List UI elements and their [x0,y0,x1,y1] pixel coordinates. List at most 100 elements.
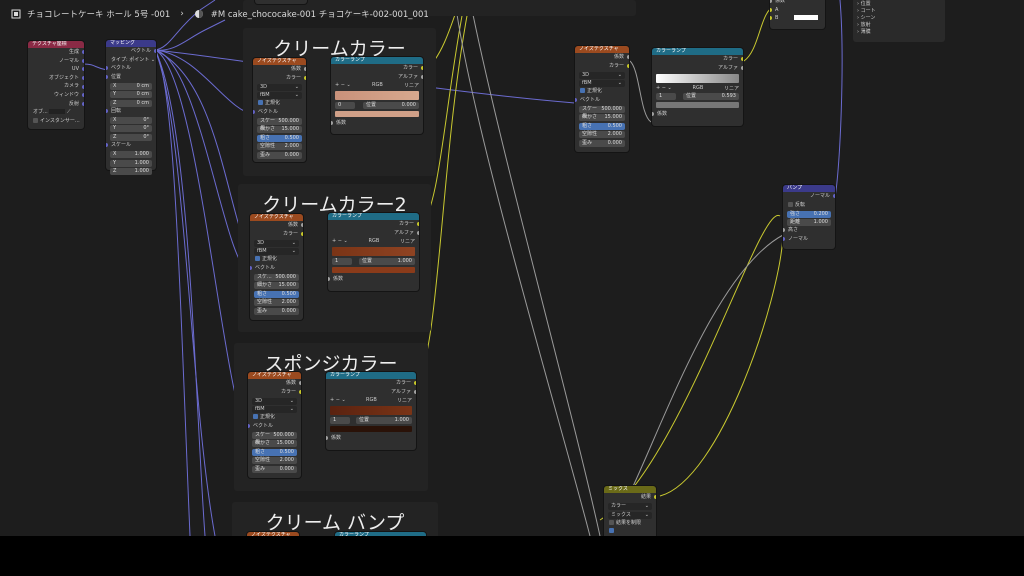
fac-input[interactable]: 係数 [328,275,419,284]
normalize-checkbox[interactable]: 正規化 [248,413,301,422]
eyedropper-icon[interactable]: ⟋ [67,109,71,115]
normal-output[interactable]: ノーマル [783,192,835,201]
output-socket[interactable]: オブジェクト [28,74,84,83]
vector-input[interactable]: ベクトル [575,96,629,105]
breadcrumb-object[interactable]: チョコレートケーキ ホール 5号 -001 [27,8,170,20]
factor-checkbox[interactable] [604,527,656,536]
distortion-field[interactable]: 歪み 0.000 [579,139,625,147]
color-ramp-node[interactable]: カラーランプ カラー アルファ + − ⌄ RGB リニア 0 位置 0.000 係数 [331,57,423,134]
alpha-output[interactable]: アルファ [652,64,743,73]
alpha-output[interactable]: アルファ [326,388,416,397]
color-ramp-node[interactable]: カラーランプ カラー アルファ + − ⌄ RGB リニア 1 位置 1.000 係数 [328,213,419,291]
ramp-stop-fields[interactable]: 1 位置 1.000 [330,417,412,425]
a-input[interactable]: A [770,6,825,15]
type-select[interactable]: fBM ⌄ [257,92,302,100]
noise-texture-node[interactable]: ノイズテクスチャ 係数 カラー 3D ⌄ fBM ⌄ 正規化 ベクトル スケール 50… [575,46,629,152]
location-y[interactable]: Y0 cm [110,91,152,99]
distortion-field[interactable]: 歪み 0.000 [254,307,299,315]
roughness-field[interactable]: 粗さ 0.500 [579,122,625,130]
vector-input[interactable]: ベクトル [248,422,301,431]
panel-item[interactable]: › 放射 [857,21,941,28]
roughness-field[interactable]: 粗さ 0.500 [252,448,297,456]
normalize-checkbox[interactable]: 正規化 [250,255,303,264]
data-type-select[interactable]: カラー ⌄ [608,503,652,511]
fac-input[interactable]: 係数 [652,110,743,119]
stop-color-swatch[interactable] [332,267,415,274]
noise-texture-node[interactable]: ノイズテクスチャ 係数 カラー 3D ⌄ fBM ⌄ 正規化 ベクトル スケール 50… [253,58,306,162]
instancer-checkbox[interactable]: インスタンサー... [28,117,84,126]
lacunarity-field[interactable]: 空隙性 2.000 [579,131,625,139]
type-select[interactable]: タイプ: ポイント ⌄ [106,56,156,65]
color-output[interactable]: カラー [253,74,306,83]
location-z[interactable]: Z0 cm [110,99,152,107]
scale-z[interactable]: Z 1.000 [110,168,152,176]
rotation-x[interactable]: X 0° [110,116,152,124]
detail-field[interactable]: 細かさ 15.000 [254,282,299,290]
invert-checkbox[interactable]: 反転 [783,201,835,210]
color-output[interactable]: カラー [575,62,629,71]
ramp-toolbar[interactable]: + − ⌄ RGB リニア [330,397,412,404]
ramp-toolbar[interactable]: + − ⌄ RGB リニア [335,82,419,89]
output-socket[interactable]: ベクトル [106,47,156,56]
vector-input[interactable]: ベクトル [253,108,306,117]
scale-field[interactable]: スケール 500.000 [579,105,625,119]
output-socket[interactable]: カメラ [28,82,84,91]
type-select[interactable]: fBM ⌄ [579,80,625,88]
stop-color-swatch[interactable] [656,102,739,109]
location-x[interactable]: X0 cm [110,82,152,90]
clamp-result-checkbox[interactable]: 結果を制限 [604,519,656,528]
ramp-stop-fields[interactable]: 1 位置 0.593 [656,93,739,101]
noise-texture-node[interactable]: ノイズテクスチャ 係数 カラー 3D ⌄ fBM ⌄ 正規化 ベクトル スケール 50… [248,372,301,478]
fac-output[interactable]: 係数 [248,379,301,388]
output-socket[interactable]: 反射 [28,100,84,109]
normalize-checkbox[interactable]: 正規化 [575,87,629,96]
color-ramp-gradient[interactable] [335,91,419,101]
color-output[interactable]: カラー [328,220,419,229]
result-output[interactable]: 結果 [604,493,656,502]
vector-input[interactable]: ベクトル [250,264,303,273]
dimension-select[interactable]: 3D ⌄ [257,83,302,91]
output-socket[interactable]: ウィンドウ [28,91,84,100]
color-ramp-gradient[interactable] [656,74,739,84]
normal-input[interactable]: ノーマル [783,235,835,244]
node-editor-canvas[interactable]: チョコレートケーキ ホール 5号 -001 › #M cake_chococak… [0,0,1024,536]
normalize-checkbox[interactable]: 正規化 [253,99,306,108]
roughness-field[interactable]: 粗さ 0.500 [257,134,302,142]
color-output[interactable]: カラー [326,379,416,388]
color-ramp-gradient[interactable] [332,247,415,257]
bsdf-panels[interactable]: › 位置 › コート › シーン › 放射 › 薄膜 [853,0,945,42]
panel-item[interactable]: › 薄膜 [857,28,941,35]
breadcrumb-material[interactable]: #M cake_chococake-001 チョコケーキ-002-001_001 [211,8,429,20]
mapping-node[interactable]: マッピング ベクトル タイプ: ポイント ⌄ ベクトル 位置 X0 cm Y0 … [106,40,156,176]
stop-color-swatch[interactable] [330,426,412,433]
mix-node[interactable]: ミックス 結果 カラー ⌄ ミックス ⌄ 結果を制限 [604,486,656,536]
panel-item[interactable]: › コート [857,7,941,14]
distortion-field[interactable]: 歪み 0.000 [252,465,297,473]
lacunarity-field[interactable]: 空隙性 2.000 [254,299,299,307]
ramp-toolbar[interactable]: + − ⌄ RGB リニア [332,238,415,245]
scale-y[interactable]: Y 1.000 [110,159,152,167]
scale-field[interactable]: スケ... 500.000 [254,273,299,281]
object-field[interactable]: オブ... ⟋ [28,108,84,117]
color-ramp-gradient[interactable] [330,406,412,416]
height-input[interactable]: 高さ [783,226,835,235]
strength-field[interactable]: 強さ 0.200 [787,210,831,218]
stop-color-swatch[interactable] [335,111,419,118]
principled-partial-node[interactable]: 係数 A B [770,0,825,29]
ramp-stop-fields[interactable]: 1 位置 1.000 [332,258,415,266]
lacunarity-field[interactable]: 空隙性 2.000 [257,143,302,151]
distortion-field[interactable]: 歪み 0.000 [257,151,302,159]
fac-output[interactable]: 係数 [575,53,629,62]
color-ramp-node[interactable]: カラーランプ カラー アルファ + − ⌄ RGB リニア 1 位置 1.000 係数 [326,372,416,450]
color-output[interactable]: カラー [331,64,423,73]
scale-x[interactable]: X 1.000 [110,151,152,159]
type-select[interactable]: fBM ⌄ [252,406,297,414]
dimension-select[interactable]: 3D ⌄ [254,239,299,247]
alpha-output[interactable]: アルファ [331,73,423,82]
blend-type-select[interactable]: ミックス ⌄ [608,511,652,519]
fac-input[interactable]: 係数 [326,434,416,443]
lacunarity-field[interactable]: 空隙性 2.000 [252,457,297,465]
distance-field[interactable]: 距離 1.000 [787,219,831,227]
alpha-output[interactable]: アルファ [328,229,419,238]
scale-field[interactable]: スケール 500.000 [257,117,302,131]
